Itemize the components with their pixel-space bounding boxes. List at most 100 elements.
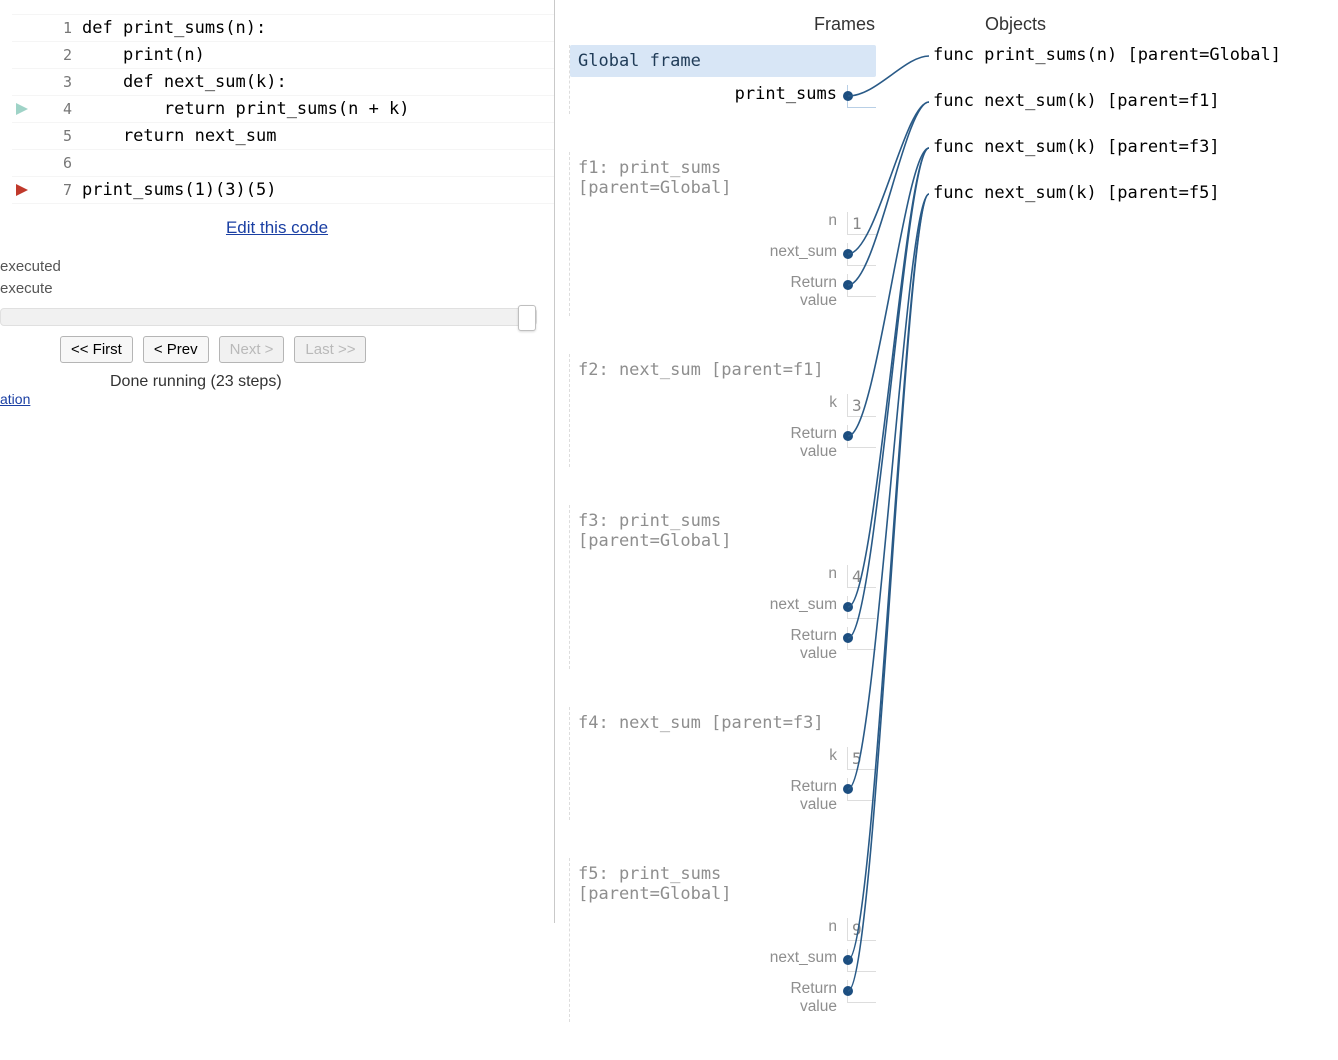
variable-value-box (847, 949, 876, 972)
code-line: 6 (12, 149, 554, 176)
variable-label: print_sums (735, 85, 837, 103)
variable-label: n (757, 918, 837, 936)
frame-title: f5: print_sums [parent=Global] (570, 858, 876, 910)
prev-button[interactable]: < Prev (143, 336, 209, 363)
first-button[interactable]: << First (60, 336, 133, 363)
frame-variable-row: Returnvalue (570, 980, 876, 1016)
last-button: Last >> (294, 336, 366, 363)
variable-value-box: 1 (847, 212, 876, 235)
variable-label: Returnvalue (757, 627, 837, 663)
pointer-origin-dot-icon (843, 986, 853, 996)
footer-link-partial[interactable]: ation (0, 391, 30, 407)
frame-variable-row: next_sum (570, 949, 876, 972)
variable-label: next_sum (757, 949, 837, 967)
app-root: 1def print_sums(n):2 print(n)3 def next_… (0, 0, 1338, 923)
code-text: def next_sum(k): (82, 69, 287, 95)
line-number: 2 (63, 42, 72, 68)
pointer-origin-dot-icon (843, 633, 853, 643)
variable-value-box: 4 (847, 565, 876, 588)
variable-value-box (847, 274, 876, 297)
line-gutter: 3 (12, 69, 82, 95)
frame-variable-row: n1 (570, 212, 876, 235)
step-nav-bar: << First < Prev Next > Last >> (60, 336, 554, 363)
code-text: print_sums(1)(3)(5) (82, 177, 276, 203)
frame-variable-row: k3 (570, 394, 876, 417)
frame-variable-row: k5 (570, 747, 876, 770)
step-slider[interactable] (0, 308, 537, 326)
line-number: 4 (63, 96, 72, 122)
frames-heading: Frames (555, 14, 937, 35)
code-text: print(n) (82, 42, 205, 68)
objects-heading: Objects (937, 14, 1046, 35)
variable-label: n (757, 212, 837, 230)
frame-variable-row: n9 (570, 918, 876, 941)
variable-value-box (847, 425, 876, 448)
variable-value-box: 5 (847, 747, 876, 770)
edit-code-link[interactable]: Edit this code (0, 218, 554, 238)
frame-variable-row: Returnvalue (570, 274, 876, 310)
code-line: 5 return next_sum (12, 122, 554, 149)
stack-frame: f5: print_sums [parent=Global] n9 next_sum… (569, 858, 876, 1022)
status-execute-line: execute (0, 278, 554, 300)
frame-rows: n9 next_sum Returnvalue (570, 910, 876, 1020)
frame-rows: print_sums (570, 77, 876, 112)
pointer-origin-dot-icon (843, 784, 853, 794)
line-gutter: 5 (12, 123, 82, 149)
frame-title: f4: next_sum [parent=f3] (570, 707, 876, 739)
just-executed-arrow-icon (16, 103, 34, 115)
code-text: def print_sums(n): (82, 15, 266, 41)
variable-label: Returnvalue (757, 425, 837, 461)
stack-frame: f2: next_sum [parent=f1]k3Returnvalue (569, 354, 876, 467)
variable-value-box (847, 243, 876, 266)
frames-column: Global frameprint_sumsf1: print_sums [pa… (555, 45, 899, 1060)
stack-frame: f3: print_sums [parent=Global]n4next_sum… (569, 505, 876, 669)
pointer-origin-dot-icon (843, 280, 853, 290)
slider-thumb[interactable] (518, 305, 536, 331)
variable-value-box (847, 627, 876, 650)
pointer-origin-dot-icon (843, 431, 853, 441)
objects-column: func print_sums(n) [parent=Global] func n… (899, 45, 1281, 1060)
line-gutter: 6 (12, 150, 82, 176)
code-line: 1 def print_sums(n): (12, 14, 554, 41)
line-number: 7 (63, 177, 72, 203)
stack-frame: f1: print_sums [parent=Global]n1next_sum… (569, 152, 876, 316)
frame-rows: n1next_sumReturnvalue (570, 204, 876, 314)
next-button: Next > (219, 336, 285, 363)
line-number: 1 (63, 15, 72, 41)
frame-title: f1: print_sums [parent=Global] (570, 152, 876, 204)
heap-object: func next_sum(k) [parent=f5] (933, 183, 1281, 205)
code-line: 2 print(n) (12, 41, 554, 68)
line-gutter: 1 (12, 15, 82, 41)
next-to-execute-arrow-icon (16, 184, 34, 196)
frame-rows: n4next_sumReturnvalue (570, 557, 876, 667)
code-editor: 1def print_sums(n):2 print(n)3 def next_… (12, 14, 554, 204)
frame-rows: k3 Returnvalue (570, 386, 876, 465)
line-number: 6 (63, 150, 72, 176)
viz-panel: Frames Objects Global frameprint_sumsf1:… (555, 0, 1338, 923)
status-executed-line: executed (0, 256, 554, 278)
line-number: 5 (63, 123, 72, 149)
frame-rows: k5 Returnvalue (570, 739, 876, 818)
variable-label: Returnvalue (757, 274, 837, 310)
line-gutter: 4 (12, 96, 82, 122)
viz-headings: Frames Objects (555, 14, 1338, 35)
code-panel: 1def print_sums(n):2 print(n)3 def next_… (0, 0, 555, 923)
line-gutter: 7 (12, 177, 82, 203)
pointer-origin-dot-icon (843, 955, 853, 965)
variable-value-box: 3 (847, 394, 876, 417)
code-text: return print_sums(n + k) (82, 96, 410, 122)
variable-label: n (757, 565, 837, 583)
variable-value-box (847, 85, 876, 108)
viz-area: Global frameprint_sumsf1: print_sums [pa… (555, 45, 1338, 1060)
pointer-origin-dot-icon (843, 91, 853, 101)
heap-object: func next_sum(k) [parent=f3] (933, 137, 1281, 159)
frame-variable-row: Returnvalue (570, 778, 876, 814)
heap-object: func print_sums(n) [parent=Global] (933, 45, 1281, 67)
heap-object: func next_sum(k) [parent=f1] (933, 91, 1281, 113)
variable-value-box (847, 778, 876, 801)
frame-variable-row: print_sums (570, 85, 876, 108)
code-text: return next_sum (82, 123, 276, 149)
pointer-origin-dot-icon (843, 602, 853, 612)
line-number: 3 (63, 69, 72, 95)
frame-variable-row: Returnvalue (570, 425, 876, 461)
